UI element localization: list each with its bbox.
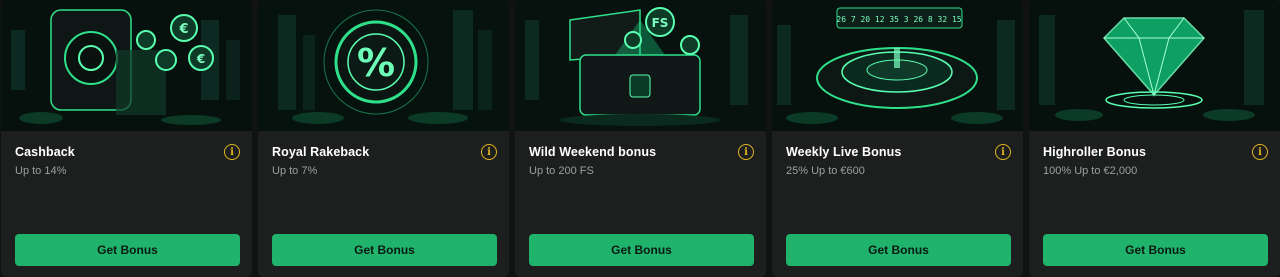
percent-symbol: % — [357, 41, 395, 85]
card-subtitle: Up to 200 FS — [529, 165, 594, 177]
card-subtitle: Up to 14% — [15, 165, 67, 177]
cashback-vault-image: € € — [1, 0, 252, 131]
roulette-history-numbers: 26 7 20 12 35 3 26 8 32 15 — [836, 15, 961, 24]
bonus-card-wild-weekend: FS Wild Weekend bonus Up to 200 FS i Get… — [515, 0, 766, 277]
info-icon[interactable]: i — [738, 144, 754, 160]
get-bonus-button[interactable]: Get Bonus — [1043, 234, 1268, 266]
coin-euro-label: € — [196, 52, 205, 66]
get-bonus-button[interactable]: Get Bonus — [15, 234, 240, 266]
card-title: Weekly Live Bonus — [786, 145, 902, 159]
bonus-card-highroller: Highroller Bonus 100% Up to €2,000 i Get… — [1029, 0, 1280, 277]
highroller-diamond-image — [1029, 0, 1280, 131]
get-bonus-button[interactable]: Get Bonus — [529, 234, 754, 266]
get-bonus-button[interactable]: Get Bonus — [786, 234, 1011, 266]
card-subtitle: 100% Up to €2,000 — [1043, 165, 1138, 177]
info-icon[interactable]: i — [995, 144, 1011, 160]
bonus-card-cashback: € € Cashback Up to 14% i Get Bonus — [1, 0, 252, 277]
info-icon[interactable]: i — [1252, 144, 1268, 160]
card-title: Royal Rakeback — [272, 145, 370, 159]
weekend-chest-image: FS — [515, 0, 766, 131]
live-roulette-image: 26 7 20 12 35 3 26 8 32 15 — [772, 0, 1023, 131]
card-title: Wild Weekend bonus — [529, 145, 657, 159]
card-subtitle: Up to 7% — [272, 165, 318, 177]
coin-euro-label: € — [178, 22, 188, 37]
rakeback-chip-image: % — [258, 0, 509, 131]
bonus-cards-row: € € Cashback Up to 14% i Get Bonus % Roy… — [0, 0, 1280, 277]
bonus-card-royal-rakeback: % Royal Rakeback Up to 7% i Get Bonus — [258, 0, 509, 277]
bonus-card-weekly-live: 26 7 20 12 35 3 26 8 32 15 Weekly Live B… — [772, 0, 1023, 277]
card-title: Cashback — [15, 145, 75, 159]
free-spins-label: FS — [652, 16, 669, 30]
card-subtitle: 25% Up to €600 — [786, 165, 865, 177]
card-title: Highroller Bonus — [1043, 145, 1146, 159]
info-icon[interactable]: i — [224, 144, 240, 160]
get-bonus-button[interactable]: Get Bonus — [272, 234, 497, 266]
info-icon[interactable]: i — [481, 144, 497, 160]
